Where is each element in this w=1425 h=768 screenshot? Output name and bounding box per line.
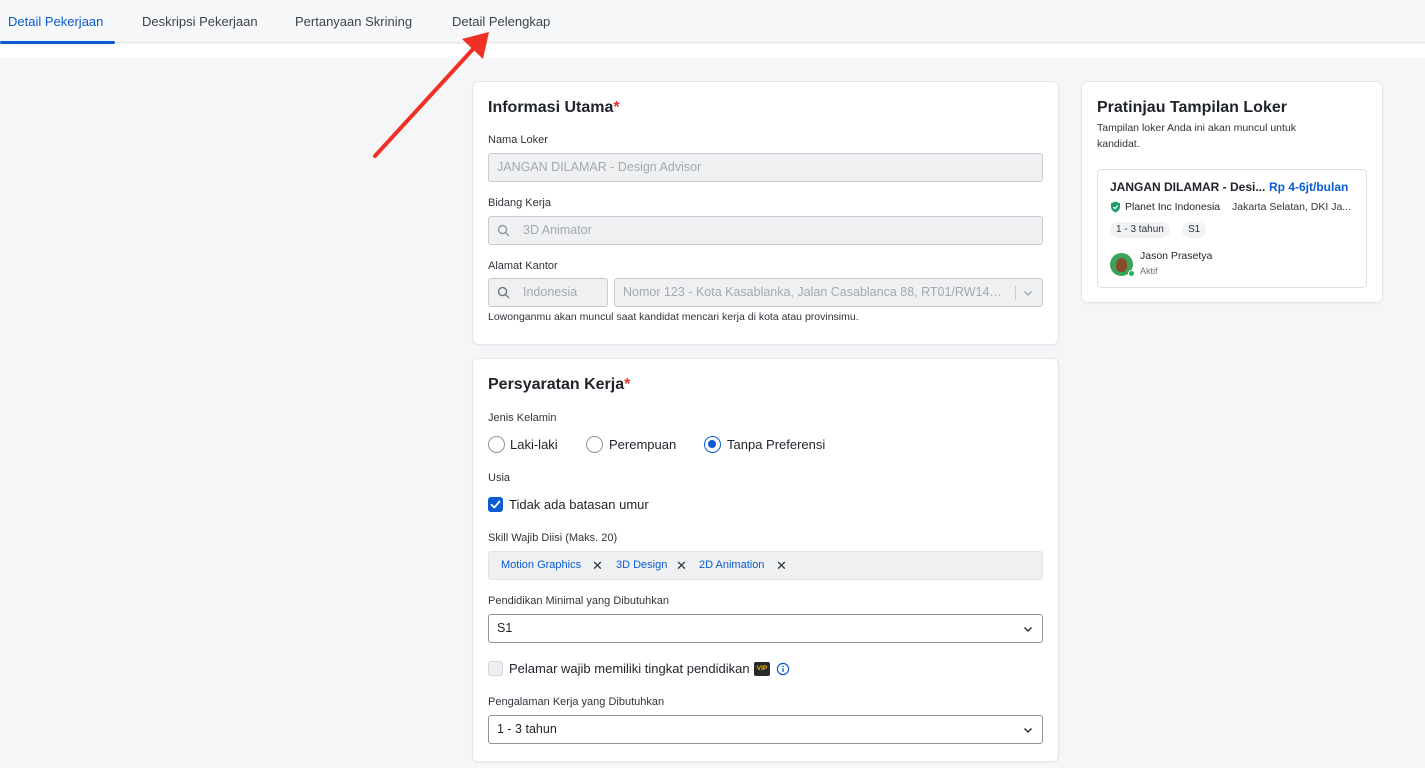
preview-job-title: JANGAN DILAMAR - Desi... [1110, 180, 1266, 194]
preview-chip-experience: 1 - 3 tahun [1110, 222, 1170, 238]
chevron-down-icon [1023, 727, 1033, 734]
check-icon [490, 500, 501, 509]
address-select[interactable]: Nomor 123 - Kota Kasablanka, Jalan Casab… [614, 278, 1043, 307]
preview-description-line1: Tampilan loker Anda ini akan muncul untu… [1097, 122, 1297, 134]
requirements-title: Persyaratan Kerja* [488, 376, 631, 393]
skills-tag-input[interactable]: Motion Graphics ✕ 3D Design ✕ 2D Animati… [488, 551, 1043, 580]
experience-label: Pengalaman Kerja yang Dibutuhkan [488, 696, 665, 708]
tab-deskripsi-pekerjaan[interactable]: Deskripsi Pekerjaan [142, 0, 258, 43]
gender-option-male[interactable]: Laki-laki [510, 437, 558, 452]
skill-tag-2d-animation: 2D Animation [699, 559, 765, 571]
select-divider [1015, 286, 1016, 300]
address-label: Alamat Kantor [488, 260, 558, 272]
gender-radio-male[interactable] [488, 436, 505, 453]
skills-label: Skill Wajib Diisi (Maks. 20) [488, 532, 618, 544]
gender-radio-no-preference[interactable] [704, 436, 721, 453]
age-checkbox-label[interactable]: Tidak ada batasan umur [509, 497, 649, 512]
header-spacer [0, 44, 1425, 58]
country-input[interactable]: Indonesia [488, 278, 608, 307]
education-value: S1 [497, 621, 513, 635]
experience-select[interactable]: 1 - 3 tahun [488, 715, 1043, 744]
preview-description-line2: kandidat. [1097, 138, 1140, 150]
education-required-checkbox[interactable] [488, 661, 503, 676]
job-name-input[interactable]: JANGAN DILAMAR - Design Advisor [488, 153, 1043, 182]
education-select[interactable]: S1 [488, 614, 1043, 643]
address-value: Nomor 123 - Kota Kasablanka, Jalan Casab… [623, 285, 1018, 299]
verified-shield-icon [1111, 201, 1120, 213]
field-input[interactable]: 3D Animator [488, 216, 1043, 245]
preview-title: Pratinjau Tampilan Loker [1097, 99, 1287, 116]
vip-badge: VIP [754, 662, 770, 676]
education-required-label[interactable]: Pelamar wajib memiliki tingkat pendidika… [509, 661, 750, 676]
experience-value: 1 - 3 tahun [497, 722, 557, 736]
education-label: Pendidikan Minimal yang Dibutuhkan [488, 595, 669, 607]
tab-pertanyaan-skrining[interactable]: Pertanyaan Skrining [295, 0, 412, 43]
close-icon[interactable]: ✕ [676, 559, 687, 573]
preview-recruiter-name: Jason Prasetya [1140, 250, 1213, 262]
field-value: 3D Animator [523, 223, 592, 237]
preview-recruiter-status: Aktif [1140, 266, 1158, 276]
tab-detail-pelengkap[interactable]: Detail Pelengkap [452, 0, 550, 43]
chevron-down-icon [1024, 291, 1032, 296]
gender-option-no-preference[interactable]: Tanpa Preferensi [727, 437, 825, 452]
age-label: Usia [488, 472, 511, 484]
preview-company: Planet Inc Indonesia [1125, 201, 1221, 213]
main-info-title: Informasi Utama* [488, 99, 620, 116]
preview-chip-education: S1 [1182, 222, 1207, 238]
close-icon[interactable]: ✕ [592, 559, 603, 573]
chevron-down-icon [1023, 626, 1033, 633]
skill-tag-3d-design: 3D Design [616, 559, 668, 571]
gender-radio-female[interactable] [586, 436, 603, 453]
skill-tag-motion-graphics: Motion Graphics [501, 559, 582, 571]
tab-bar: Detail Pekerjaan Deskripsi Pekerjaan Per… [0, 0, 1425, 44]
search-icon [497, 224, 510, 237]
preview-salary: Rp 4-6jt/bulan [1269, 180, 1349, 194]
info-icon[interactable] [776, 662, 790, 676]
age-checkbox[interactable] [488, 497, 503, 512]
online-status-dot [1128, 270, 1135, 277]
close-icon[interactable]: ✕ [776, 559, 787, 573]
field-label: Bidang Kerja [488, 197, 551, 209]
gender-label: Jenis Kelamin [488, 412, 557, 424]
job-name-label: Nama Loker [488, 134, 548, 146]
country-value: Indonesia [523, 285, 578, 299]
search-icon [497, 286, 510, 299]
tab-detail-pekerjaan[interactable]: Detail Pekerjaan [0, 0, 116, 44]
preview-location: Jakarta Selatan, DKI Ja... [1232, 201, 1352, 213]
address-helper-text: Lowonganmu akan muncul saat kandidat men… [488, 311, 859, 323]
gender-option-female[interactable]: Perempuan [609, 437, 676, 452]
